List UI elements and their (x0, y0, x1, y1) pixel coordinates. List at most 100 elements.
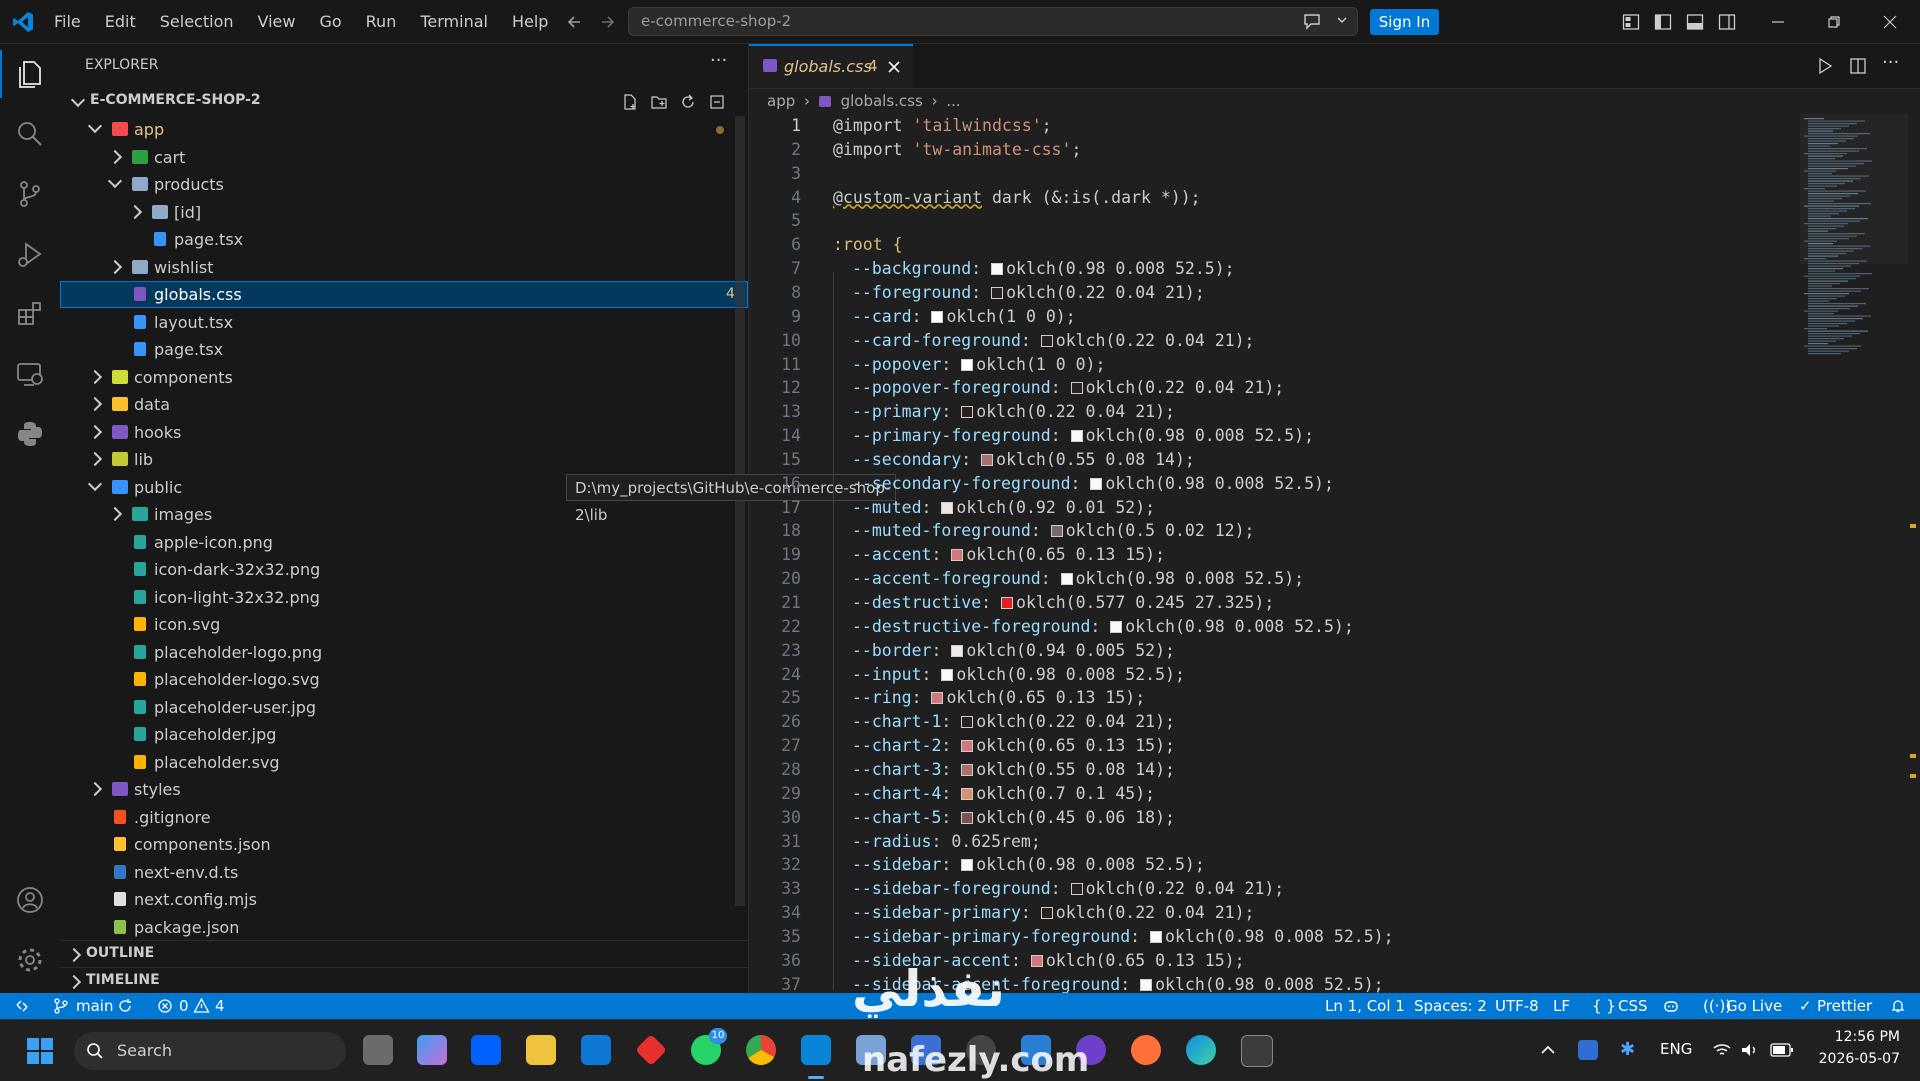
file-item[interactable]: package.json (60, 914, 748, 941)
python-icon[interactable] (14, 418, 46, 450)
toggle-panel-icon[interactable] (1686, 13, 1704, 31)
folder-item[interactable]: app (60, 116, 748, 143)
menu-run[interactable]: Run (366, 12, 397, 31)
defender-icon[interactable] (1578, 1040, 1598, 1060)
prettier-status[interactable]: Prettier (1817, 993, 1872, 1019)
color-swatch[interactable] (941, 668, 954, 681)
color-swatch[interactable] (981, 453, 994, 466)
color-swatch[interactable] (931, 310, 944, 323)
color-swatch[interactable] (1150, 930, 1163, 943)
error-icon[interactable] (157, 998, 173, 1014)
color-swatch[interactable] (951, 644, 964, 657)
chevron-down-icon[interactable] (1336, 15, 1348, 25)
folder-item[interactable]: cart (60, 144, 748, 171)
chevron-right-icon[interactable] (87, 369, 103, 384)
file-item[interactable]: components.json (60, 831, 748, 858)
chevron-down-icon[interactable] (107, 173, 123, 189)
file-item[interactable]: icon-dark-32x32.png (60, 556, 748, 583)
wifi-icon[interactable] (1712, 1042, 1732, 1058)
file-item[interactable]: layout.tsx (60, 309, 748, 336)
menu-file[interactable]: File (54, 12, 81, 31)
file-item[interactable]: next-env.d.ts (60, 859, 748, 886)
split-editor-icon[interactable] (1849, 57, 1867, 75)
back-arrow-icon[interactable] (566, 13, 584, 31)
explorer-icon[interactable] (14, 58, 46, 90)
bell-icon[interactable] (1890, 998, 1906, 1014)
file-item[interactable]: icon-light-32x32.png (60, 584, 748, 611)
color-swatch[interactable] (961, 406, 974, 419)
run-file-icon[interactable] (1816, 57, 1834, 75)
file-item[interactable]: apple-icon.png (60, 529, 748, 556)
chevron-right-icon[interactable] (87, 781, 103, 797)
outline-section[interactable]: OUTLINE (60, 940, 748, 968)
color-swatch[interactable] (991, 286, 1004, 299)
project-header[interactable]: E-COMMERCE-SHOP-2 (66, 90, 746, 114)
editor-more-icon[interactable]: ··· (1882, 52, 1899, 73)
terminal-icon[interactable] (1241, 1035, 1273, 1067)
color-swatch[interactable] (991, 263, 1004, 276)
code-editor[interactable]: 1 @import 'tailwindcss'; 2 @import 'tw-anim… (749, 114, 1920, 994)
vscode-app-icon[interactable] (801, 1035, 831, 1065)
chrome-icon[interactable] (746, 1035, 776, 1065)
chevron-right-icon[interactable] (87, 451, 103, 467)
file-explorer-icon[interactable] (526, 1035, 556, 1065)
copilot-icon[interactable] (1662, 997, 1680, 1015)
sync-icon[interactable] (117, 998, 133, 1014)
chevron-right-icon[interactable] (107, 149, 123, 164)
cursor-position[interactable]: Ln 1, Col 1 (1325, 993, 1405, 1019)
color-swatch[interactable] (961, 763, 974, 776)
color-swatch[interactable] (1050, 525, 1063, 538)
chevron-up-icon[interactable] (1540, 1043, 1556, 1057)
color-swatch[interactable] (1090, 477, 1103, 490)
file-item[interactable]: page.tsx (60, 226, 748, 253)
language-mode[interactable]: CSS (1618, 993, 1648, 1019)
chevron-right-icon[interactable] (87, 396, 103, 412)
folder-item[interactable]: [id] (60, 199, 748, 226)
color-swatch[interactable] (1040, 907, 1053, 920)
copilot-app-icon[interactable] (417, 1035, 447, 1065)
clock-date[interactable]: 2026-05-07 (1800, 1051, 1900, 1067)
folder-item[interactable]: styles (60, 776, 748, 803)
collapse-all-icon[interactable] (708, 93, 726, 111)
file-item[interactable]: placeholder-logo.svg (60, 666, 748, 693)
branch-icon[interactable] (53, 998, 69, 1014)
color-swatch[interactable] (1030, 954, 1043, 967)
volume-icon[interactable] (1740, 1042, 1760, 1058)
color-swatch[interactable] (941, 501, 954, 514)
folder-item[interactable]: wishlist (60, 254, 748, 281)
command-center-search[interactable]: e-commerce-shop-2 (628, 7, 1358, 36)
folder-item[interactable]: components (60, 364, 748, 391)
file-item[interactable]: page.tsx (60, 336, 748, 363)
menu-selection[interactable]: Selection (160, 12, 234, 31)
toggle-primary-sidebar-icon[interactable] (1654, 13, 1672, 31)
forward-arrow-icon[interactable] (598, 13, 616, 31)
close-window-icon[interactable] (1882, 14, 1898, 30)
chevron-down-icon[interactable] (87, 118, 103, 134)
color-swatch[interactable] (931, 692, 944, 705)
outlook-icon[interactable] (581, 1035, 611, 1065)
restore-icon[interactable] (1826, 14, 1842, 30)
close-icon[interactable] (887, 60, 901, 74)
color-swatch[interactable] (1001, 597, 1014, 609)
color-swatch[interactable] (961, 716, 974, 729)
file-item[interactable]: next.config.mjs (60, 886, 748, 913)
color-swatch[interactable] (961, 740, 974, 753)
toggle-secondary-sidebar-icon[interactable] (1718, 13, 1736, 31)
clock-time[interactable]: 12:56 PM (1820, 1029, 1900, 1045)
warning-icon[interactable] (193, 997, 210, 1014)
new-file-icon[interactable] (621, 93, 639, 111)
end-of-line[interactable]: LF (1553, 993, 1570, 1019)
folder-item[interactable]: hooks (60, 419, 748, 446)
color-swatch[interactable] (961, 811, 974, 824)
file-item[interactable]: globals.css 4 (60, 281, 748, 308)
menu-go[interactable]: Go (319, 12, 341, 31)
menu-terminal[interactable]: Terminal (420, 12, 488, 31)
remote-explorer-icon[interactable] (14, 358, 46, 390)
go-live-button[interactable]: Go Live (1726, 993, 1782, 1019)
language-indicator[interactable]: ENG (1660, 1040, 1692, 1058)
more-actions-icon[interactable]: ··· (710, 50, 727, 71)
tab-globals-css[interactable]: globals.css 4 (749, 44, 913, 88)
file-item[interactable]: .gitignore (60, 804, 748, 831)
scrollbar[interactable] (735, 116, 745, 906)
file-item[interactable]: placeholder-user.jpg (60, 694, 748, 721)
